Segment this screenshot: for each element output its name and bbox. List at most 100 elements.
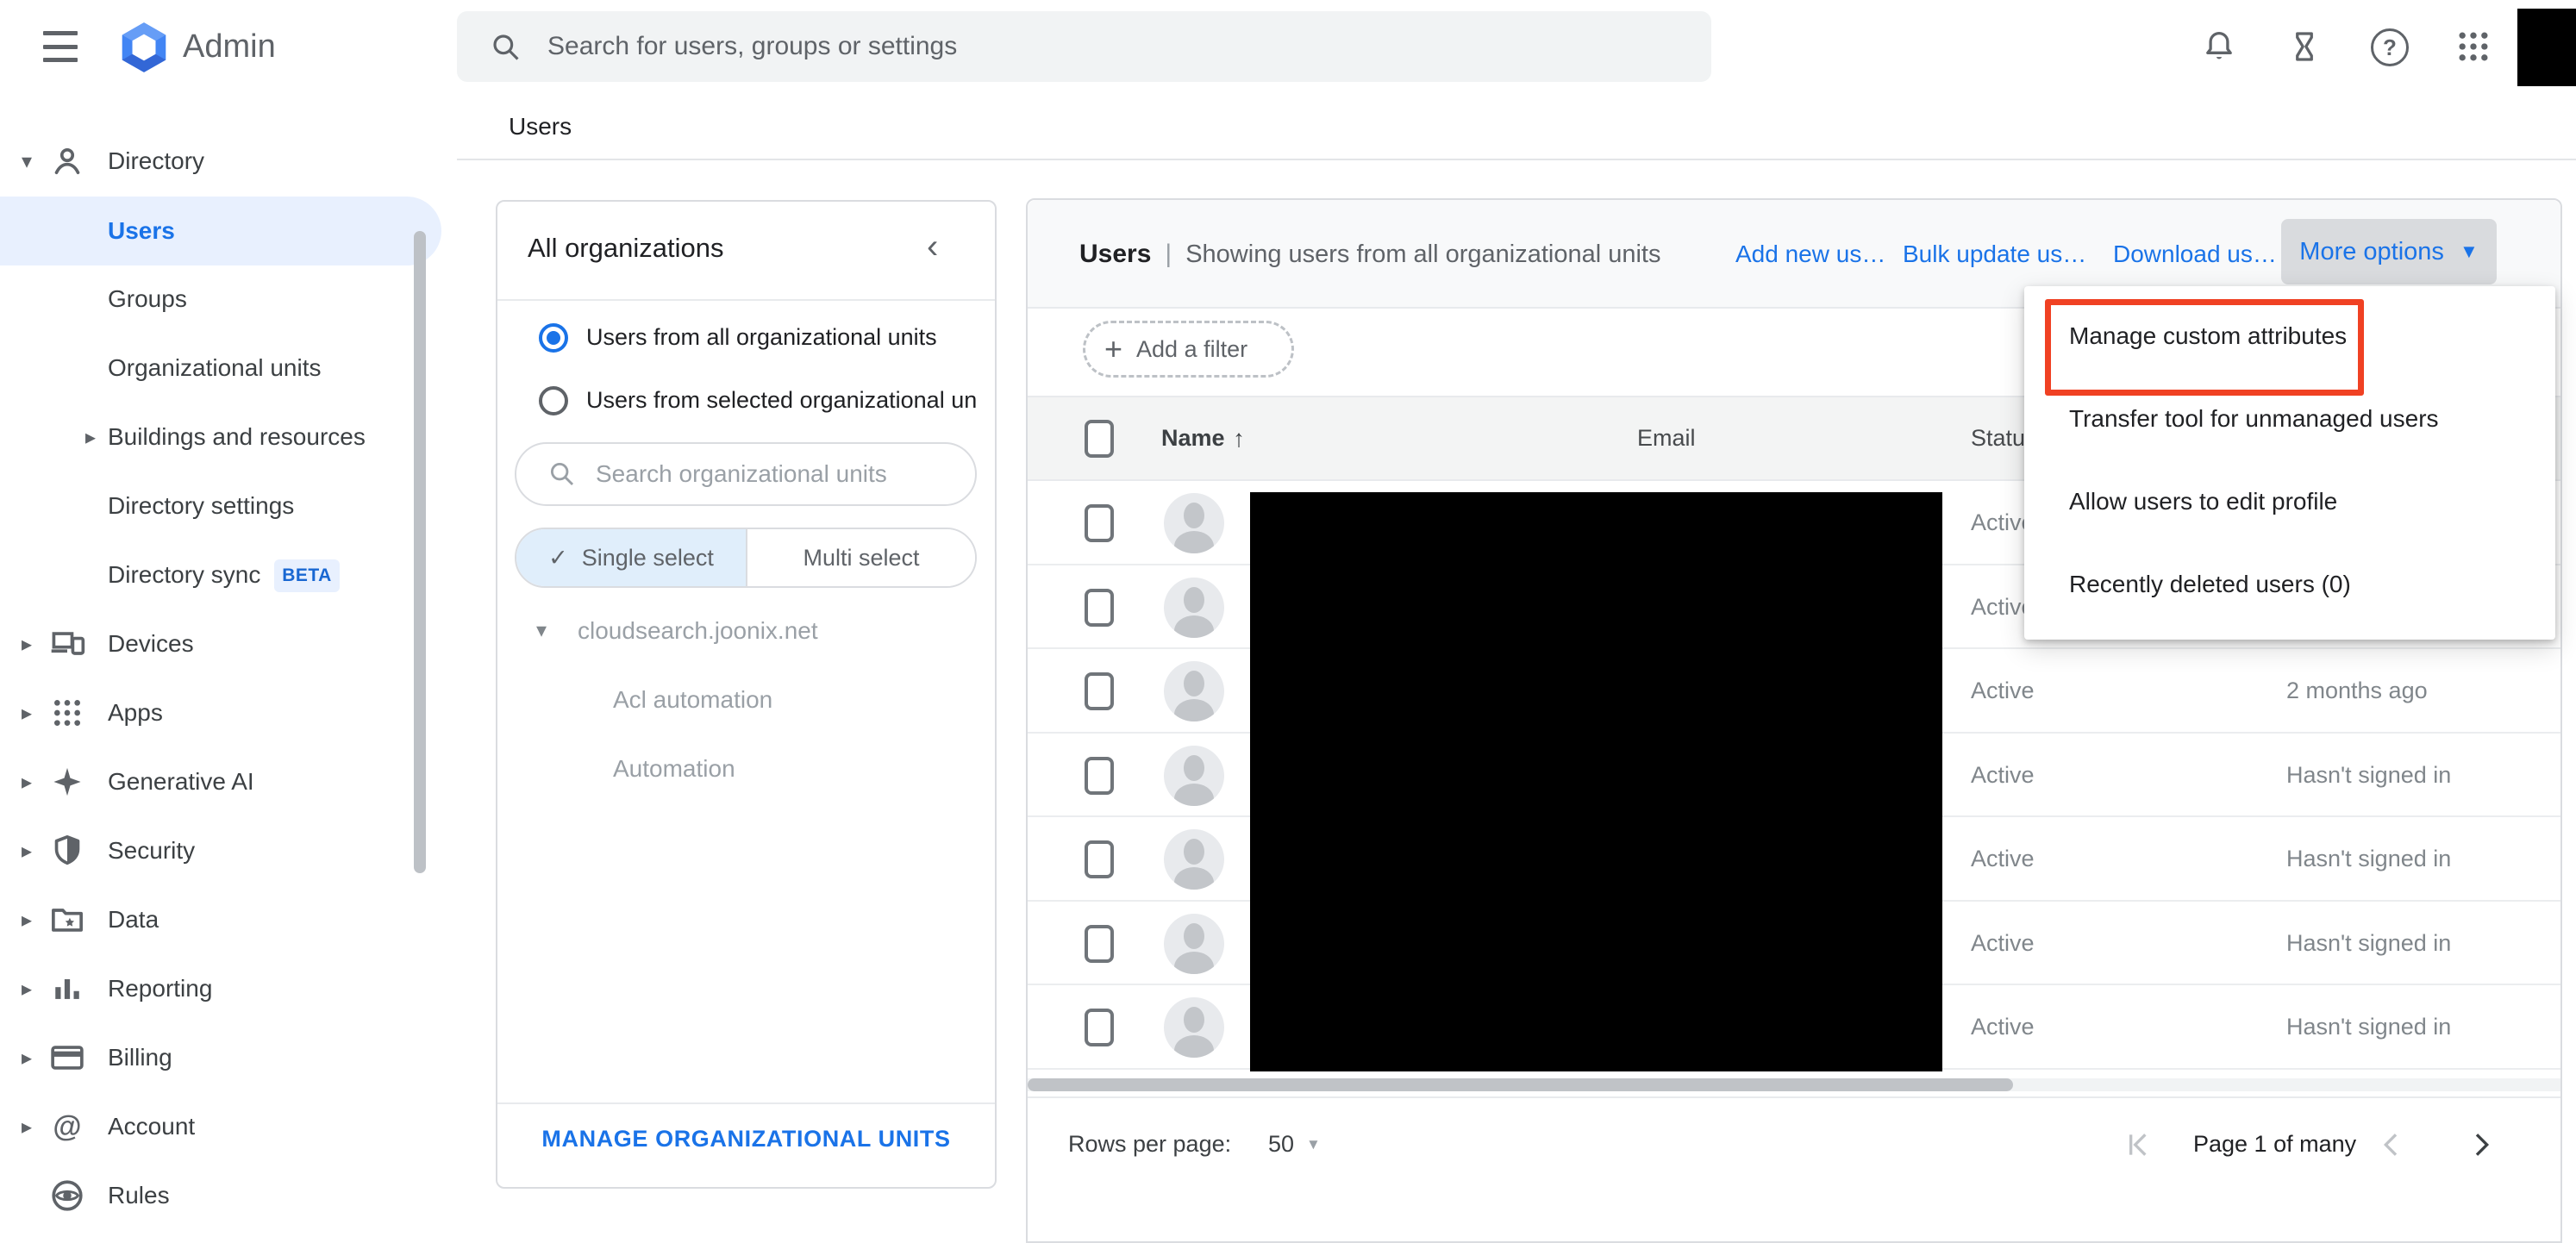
caret-right-icon[interactable]: ▸ [12, 885, 41, 954]
sidebar-item-label: Devices [108, 609, 194, 678]
apps-icon [48, 694, 86, 732]
user-avatar [1164, 746, 1224, 806]
sidebar-item-directory[interactable]: ▾ Directory [0, 127, 457, 196]
select-all-checkbox[interactable] [1085, 420, 1114, 458]
org-panel-title: All organizations [528, 233, 723, 264]
row-checkbox[interactable] [1085, 504, 1114, 542]
horizontal-scrollbar-thumb[interactable] [1028, 1078, 2013, 1091]
column-header-name[interactable]: Name [1161, 397, 1225, 479]
redacted-user-data-block [1250, 492, 1942, 1071]
sidebar-item-label: Users [108, 197, 175, 265]
menu-item-recently-deleted-users[interactable]: Recently deleted users (0) [2069, 543, 2535, 626]
sidebar-item-directory-sync[interactable]: Directory sync BETA [0, 540, 457, 609]
caret-right-icon[interactable]: ▸ [76, 403, 105, 472]
caret-right-icon[interactable]: ▸ [12, 1023, 41, 1092]
sidebar-item-security[interactable]: ▸ Security [0, 816, 457, 885]
more-options-label: More options [2299, 238, 2444, 266]
global-search-input[interactable]: Search for users, groups or settings [457, 11, 1711, 82]
check-icon: ✓ [548, 545, 568, 572]
add-new-user-link[interactable]: Add new us… [1735, 200, 1885, 309]
status-cell: Active [1971, 902, 2035, 986]
sidebar-item-organizational-units[interactable]: Organizational units [0, 334, 457, 403]
collapse-chevron-icon[interactable]: ‹ [927, 228, 938, 266]
users-panel-title-group: Users | Showing users from all organizat… [1079, 200, 1661, 309]
org-tree-item[interactable]: Automation [613, 755, 735, 783]
last-sign-in-cell: 2 months ago [2286, 649, 2428, 734]
manage-org-units-link[interactable]: MANAGE ORGANIZATIONAL UNITS [497, 1126, 995, 1152]
sidebar-item-rules[interactable]: Rules [0, 1161, 457, 1230]
help-question-mark: ? [2383, 34, 2397, 61]
help-icon[interactable]: ? [2371, 28, 2409, 66]
caret-right-icon[interactable]: ▸ [12, 747, 41, 816]
org-tree-root[interactable]: cloudsearch.joonix.net [578, 617, 818, 645]
hamburger-menu-icon[interactable] [43, 31, 78, 62]
row-checkbox[interactable] [1085, 925, 1114, 963]
menu-item-allow-edit-profile[interactable]: Allow users to edit profile [2069, 460, 2535, 543]
radio-selected-label: Users from selected organizational units [586, 387, 976, 414]
add-filter-chip[interactable]: + Add a filter [1083, 321, 1294, 378]
row-checkbox[interactable] [1085, 840, 1114, 878]
dropdown-arrow-icon: ▼ [2460, 240, 2479, 263]
caret-right-icon[interactable]: ▸ [12, 816, 41, 885]
sidebar-item-buildings-and-resources[interactable]: ▸ Buildings and resources [0, 403, 457, 472]
sidebar-item-label: Account [108, 1092, 195, 1161]
org-units-search-input[interactable]: Search organizational units [515, 442, 977, 506]
user-avatar [1164, 578, 1224, 638]
radio-all-org-units[interactable] [539, 323, 568, 353]
breadcrumb-divider [457, 159, 2576, 160]
sidebar-item-label: Data [108, 885, 159, 954]
org-search-placeholder: Search organizational units [596, 460, 887, 488]
at-sign-icon: @ [48, 1108, 86, 1146]
rows-per-page-select[interactable]: 50 ▼ [1268, 1131, 1321, 1158]
hourglass-icon[interactable] [2285, 28, 2323, 66]
sidebar-item-billing[interactable]: ▸ Billing [0, 1023, 457, 1092]
row-checkbox[interactable] [1085, 757, 1114, 795]
caret-right-icon[interactable]: ▸ [12, 678, 41, 747]
multi-select-option[interactable]: Multi select [747, 529, 975, 586]
sidebar-item-label: Apps [108, 678, 163, 747]
folder-star-icon [48, 901, 86, 939]
radio-selected-org-units[interactable] [539, 386, 568, 415]
user-avatar [1164, 914, 1224, 974]
sidebar-item-directory-settings[interactable]: Directory settings [0, 472, 457, 540]
panel-title: Users [1079, 240, 1151, 269]
previous-page-icon[interactable] [2374, 1127, 2409, 1162]
sidebar-item-account[interactable]: ▸ @ Account [0, 1092, 457, 1161]
first-page-icon[interactable] [2121, 1127, 2155, 1162]
caret-right-icon[interactable]: ▸ [12, 1092, 41, 1161]
rows-per-page-value: 50 [1268, 1131, 1294, 1158]
more-options-button[interactable]: More options ▼ [2281, 219, 2497, 284]
divider [497, 1102, 995, 1104]
sidebar-item-generative-ai[interactable]: ▸ Generative AI [0, 747, 457, 816]
org-tree-item[interactable]: Acl automation [613, 686, 772, 714]
last-sign-in-cell: Hasn't signed in [2286, 902, 2451, 986]
sidebar-item-apps[interactable]: ▸ Apps [0, 678, 457, 747]
apps-grid-icon[interactable] [2454, 28, 2492, 66]
status-cell: Active [1971, 985, 2035, 1070]
sort-ascending-icon[interactable]: ↑ [1233, 397, 1245, 479]
row-checkbox[interactable] [1085, 589, 1114, 627]
caret-down-icon[interactable]: ▾ [12, 127, 41, 196]
sidebar-item-reporting[interactable]: ▸ Reporting [0, 954, 457, 1023]
sidebar-item-data[interactable]: ▸ Data [0, 885, 457, 954]
sidebar-item-label: Buildings and resources [108, 403, 366, 472]
caret-down-icon[interactable]: ▾ [536, 618, 547, 643]
single-select-option[interactable]: ✓ Single select [516, 529, 747, 586]
row-checkbox[interactable] [1085, 672, 1114, 710]
notifications-bell-icon[interactable] [2200, 28, 2238, 66]
next-page-icon[interactable] [2464, 1127, 2498, 1162]
sidebar-item-label: Generative AI [108, 747, 254, 816]
sidebar-item-devices[interactable]: ▸ Devices [0, 609, 457, 678]
row-checkbox[interactable] [1085, 1009, 1114, 1046]
multi-select-label: Multi select [803, 545, 919, 572]
account-avatar[interactable] [2517, 9, 2576, 86]
admin-console: Admin Search for users, groups or settin… [0, 0, 2576, 1243]
credit-card-icon [48, 1039, 86, 1077]
column-header-email[interactable]: Email [1637, 397, 1696, 479]
caret-right-icon[interactable]: ▸ [12, 954, 41, 1023]
sidebar-item-users[interactable]: Users [0, 197, 457, 265]
caret-right-icon[interactable]: ▸ [12, 609, 41, 678]
sidebar-item-label: Directory settings [108, 472, 294, 540]
sidebar-scrollbar[interactable] [414, 231, 426, 873]
sidebar-item-groups[interactable]: Groups [0, 265, 457, 334]
